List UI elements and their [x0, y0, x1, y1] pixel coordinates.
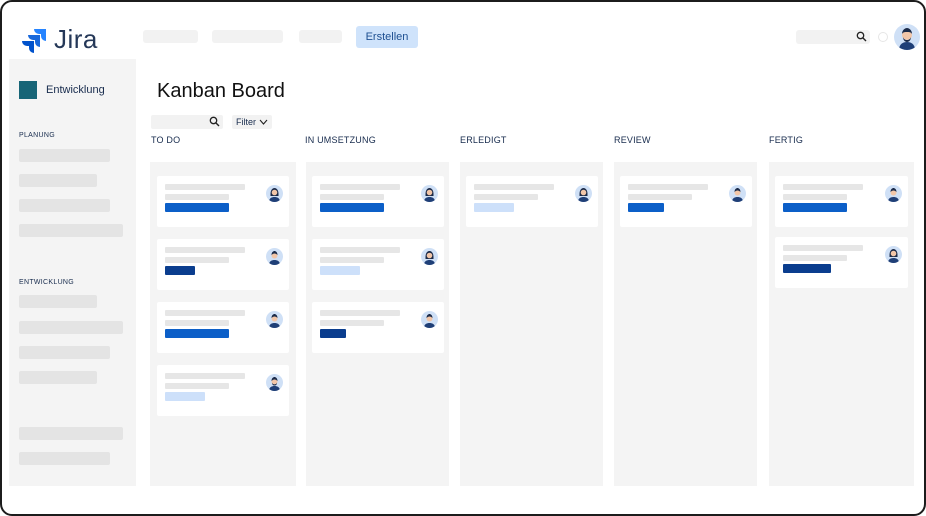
sidebar-item[interactable] [19, 371, 97, 384]
board-column-erledigt [460, 162, 603, 486]
card-line [783, 194, 847, 200]
bearded-man-avatar-icon [266, 374, 283, 391]
card-tag [165, 266, 195, 275]
card-line [320, 320, 384, 326]
card-tag [320, 203, 384, 212]
woman-avatar-icon [266, 185, 283, 202]
sidebar-item[interactable] [19, 452, 110, 465]
card-line [320, 247, 400, 253]
card-line [783, 255, 847, 261]
issue-card[interactable] [775, 176, 908, 227]
jira-logo[interactable]: Jira [22, 24, 98, 55]
card-tag [165, 329, 229, 338]
jira-logo-icon [22, 28, 46, 53]
column-title-review: REVIEW [614, 135, 651, 145]
project-icon [19, 81, 37, 99]
card-line [165, 257, 229, 263]
filter-button[interactable]: Filter [232, 115, 272, 129]
issue-card[interactable] [157, 302, 289, 353]
search-icon [856, 31, 867, 42]
issue-card[interactable] [312, 176, 444, 227]
card-line [165, 373, 245, 379]
column-title-erledigt: ERLEDIGT [460, 135, 507, 145]
woman-avatar-icon [885, 246, 902, 263]
search-input[interactable] [796, 30, 870, 44]
man-avatar-icon [421, 311, 438, 328]
card-tag [783, 264, 831, 273]
board-column-review [614, 162, 757, 486]
filter-label: Filter [236, 117, 256, 127]
search-icon [209, 116, 220, 127]
man-avatar-icon [729, 185, 746, 202]
sidebar-item[interactable] [19, 199, 110, 212]
issue-card[interactable] [620, 176, 752, 227]
board-column-in-umsetzung [306, 162, 449, 486]
card-tag [320, 329, 346, 338]
column-title-in-umsetzung: IN UMSETZUNG [305, 135, 376, 145]
card-tag [165, 203, 229, 212]
card-line [165, 310, 245, 316]
sidebar-section-entwicklung: ENTWICKLUNG [19, 279, 75, 286]
man-avatar-icon [885, 185, 902, 202]
card-line [474, 184, 554, 190]
sidebar: Entwicklung PLANUNG ENTWICKLUNG [9, 59, 136, 486]
card-line [165, 194, 229, 200]
nav-item-placeholder[interactable] [143, 30, 198, 43]
nav-item-placeholder[interactable] [299, 30, 342, 43]
sidebar-section-planung: PLANUNG [19, 132, 55, 139]
sidebar-item[interactable] [19, 149, 110, 162]
sidebar-item[interactable] [19, 295, 97, 308]
page-title: Kanban Board [157, 80, 285, 102]
issue-card[interactable] [157, 365, 289, 416]
bearded-man-avatar-icon [899, 28, 915, 50]
issue-card[interactable] [466, 176, 598, 227]
nav-item-placeholder[interactable] [212, 30, 283, 43]
card-line [320, 184, 400, 190]
card-line [320, 310, 400, 316]
card-tag [474, 203, 514, 212]
card-tag [320, 266, 360, 275]
board-column-fertig [769, 162, 914, 486]
card-line [628, 194, 692, 200]
card-tag [628, 203, 664, 212]
card-line [783, 245, 863, 251]
card-tag [165, 392, 205, 401]
sidebar-item[interactable] [19, 224, 123, 237]
card-line [165, 247, 245, 253]
card-line [320, 257, 384, 263]
sidebar-item[interactable] [19, 427, 123, 440]
card-line [165, 184, 245, 190]
chevron-down-icon [259, 119, 268, 125]
woman-avatar-icon [575, 185, 592, 202]
sidebar-item[interactable] [19, 346, 110, 359]
issue-card[interactable] [157, 239, 289, 290]
user-avatar[interactable] [894, 24, 920, 50]
card-line [165, 383, 229, 389]
board-column-todo [150, 162, 296, 486]
card-line [165, 320, 229, 326]
woman-avatar-icon [421, 185, 438, 202]
issue-card[interactable] [312, 239, 444, 290]
column-title-fertig: FERTIG [769, 135, 804, 145]
help-icon[interactable] [878, 32, 888, 42]
board-search-input[interactable] [151, 115, 223, 129]
issue-card[interactable] [157, 176, 289, 227]
woman-avatar-icon [421, 248, 438, 265]
man-avatar-icon [266, 311, 283, 328]
card-line [628, 184, 708, 190]
issue-card[interactable] [775, 237, 908, 288]
card-tag [783, 203, 847, 212]
card-line [783, 184, 863, 190]
man-avatar-icon [266, 248, 283, 265]
issue-card[interactable] [312, 302, 444, 353]
sidebar-item[interactable] [19, 174, 97, 187]
card-line [320, 194, 384, 200]
column-title-todo: TO DO [151, 135, 181, 145]
app-name: Jira [54, 24, 98, 54]
card-line [474, 194, 538, 200]
app-window: Jira Erstellen Entwicklung PLANUNG ENTWI… [0, 0, 926, 516]
sidebar-item[interactable] [19, 321, 123, 334]
create-button[interactable]: Erstellen [356, 26, 418, 48]
project-name[interactable]: Entwicklung [46, 84, 105, 96]
